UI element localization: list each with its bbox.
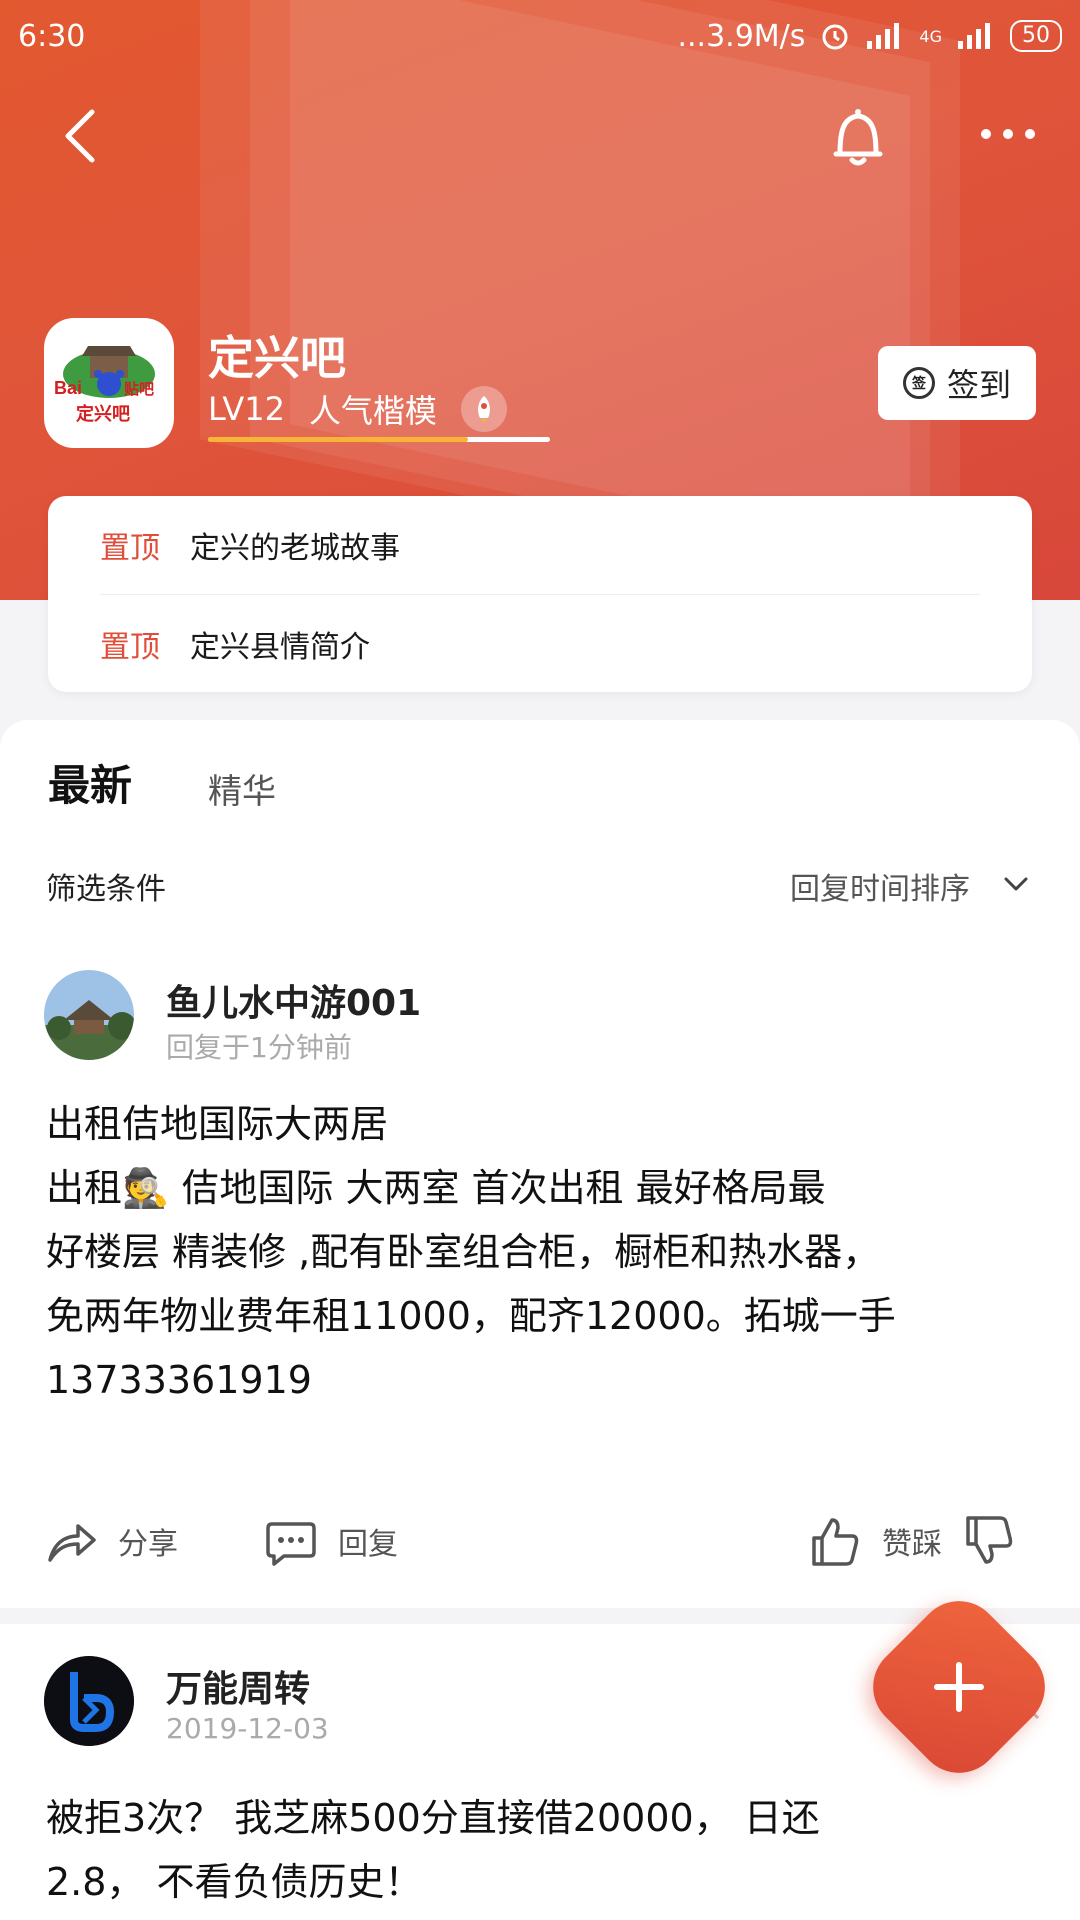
- post-body: 被拒3次？ 我芝麻500分直接借20000， 日还 2.8， 不看负债历史！: [46, 1786, 1006, 1914]
- post-time: 回复于1分钟前: [166, 1031, 352, 1064]
- post-item[interactable]: 鱼儿水中游001 回复于1分钟前 出租佶地国际大两居 出租🕵️ 佶地国际 大两室…: [0, 970, 1080, 1410]
- svg-text:贴吧: 贴吧: [124, 380, 154, 398]
- pinned-title: 定兴县情简介: [190, 629, 370, 665]
- pinned-tag: 置顶: [100, 629, 160, 665]
- tieba-logo-icon: Bai 贴吧 定兴吧: [48, 322, 170, 444]
- post-time: 2019-12-03: [166, 1712, 329, 1745]
- signal-icon: [867, 23, 900, 49]
- sign-in-icon: 签: [902, 367, 935, 399]
- alarm-icon: [822, 24, 848, 50]
- battery-indicator: 50: [1010, 20, 1062, 52]
- bell-icon[interactable]: [826, 100, 890, 172]
- reply-button[interactable]: 回复: [264, 1514, 398, 1568]
- forum-member-title: 人气楷模: [308, 392, 437, 430]
- avatar[interactable]: [44, 1656, 134, 1746]
- post-title: 出租佶地国际大两居: [46, 1102, 389, 1146]
- level-progress-fill: [208, 437, 468, 442]
- forum-level: LV12: [208, 390, 285, 428]
- sort-dropdown[interactable]: 回复时间排序: [790, 864, 970, 908]
- vote-group: 赞踩: [808, 1514, 1016, 1568]
- forum-name: 定兴吧: [208, 331, 346, 385]
- thumbs-up-icon[interactable]: [808, 1514, 862, 1568]
- filter-bar: 筛选条件 回复时间排序: [0, 852, 1080, 912]
- post-body-line: 免两年物业费年租11000，配齐12000。拓城一手: [46, 1294, 896, 1338]
- svg-text:Bai: Bai: [54, 378, 82, 398]
- sign-in-label: 签到: [946, 366, 1011, 404]
- tab-latest[interactable]: 最新: [48, 752, 132, 813]
- share-button[interactable]: 分享: [44, 1514, 178, 1568]
- comment-icon: [266, 1522, 316, 1566]
- forum-logo[interactable]: Bai 贴吧 定兴吧: [44, 318, 174, 448]
- pinned-posts-card: 置顶 定兴的老城故事 置顶 定兴县情简介: [48, 496, 1032, 692]
- avatar[interactable]: [44, 970, 134, 1060]
- sign-in-button[interactable]: 签 签到: [878, 346, 1036, 420]
- status-icons: ...3.9M/s 4G 50: [677, 19, 1062, 54]
- network-type: 4G: [919, 26, 942, 46]
- svg-text:定兴吧: 定兴吧: [76, 403, 130, 425]
- chevron-down-icon[interactable]: [1002, 870, 1030, 898]
- post-body-line: 被拒3次？ 我芝麻500分直接借20000， 日还: [46, 1796, 820, 1840]
- vote-label: 赞踩: [882, 1527, 942, 1562]
- share-label: 分享: [118, 1527, 178, 1562]
- back-arrow-icon[interactable]: [52, 104, 116, 168]
- post-author[interactable]: 万能周转: [166, 1660, 310, 1712]
- plus-icon[interactable]: [886, 1614, 1032, 1760]
- reply-label: 回复: [338, 1527, 398, 1562]
- status-bar: 6:30 ...3.9M/s 4G 50: [0, 0, 1080, 72]
- pinned-title: 定兴的老城故事: [190, 531, 400, 566]
- post-body-line: 好楼层 精装修 ,配有卧室组合柜，橱柜和热水器，: [46, 1230, 881, 1274]
- network-speed: ...3.9M/s: [677, 18, 806, 54]
- top-navigation: [0, 90, 1080, 186]
- more-options-icon[interactable]: [976, 110, 1040, 158]
- status-time: 6:30: [18, 18, 86, 54]
- level-progress-bar: [208, 437, 550, 442]
- feed-tabs: 最新 精华: [48, 752, 276, 813]
- filter-button[interactable]: 筛选条件: [46, 864, 166, 908]
- post-author[interactable]: 鱼儿水中游001: [166, 974, 421, 1026]
- share-icon: [48, 1524, 96, 1562]
- post-body-line: 13733361919: [46, 1358, 312, 1402]
- post-body: 出租🕵️ 佶地国际 大两室 首次出租 最好格局最 好楼层 精装修 ,配有卧室组合…: [46, 1156, 1006, 1412]
- post-actions: 分享 回复 赞踩: [0, 1504, 1080, 1584]
- signal-icon-2: [958, 23, 990, 49]
- post-body-line: 出租🕵️ 佶地国际 大两室 首次出租 最好格局最: [46, 1166, 826, 1210]
- tab-featured[interactable]: 精华: [208, 764, 276, 813]
- pinned-tag: 置顶: [100, 531, 160, 566]
- pinned-post[interactable]: 置顶 定兴的老城故事: [48, 496, 1032, 594]
- pinned-post[interactable]: 置顶 定兴县情简介: [100, 594, 980, 692]
- post-body-line: 2.8， 不看负债历史！: [46, 1860, 423, 1904]
- forum-level-row: LV12 人气楷模: [208, 386, 507, 432]
- rocket-icon[interactable]: [460, 386, 507, 432]
- thumbs-down-icon[interactable]: [962, 1514, 1016, 1568]
